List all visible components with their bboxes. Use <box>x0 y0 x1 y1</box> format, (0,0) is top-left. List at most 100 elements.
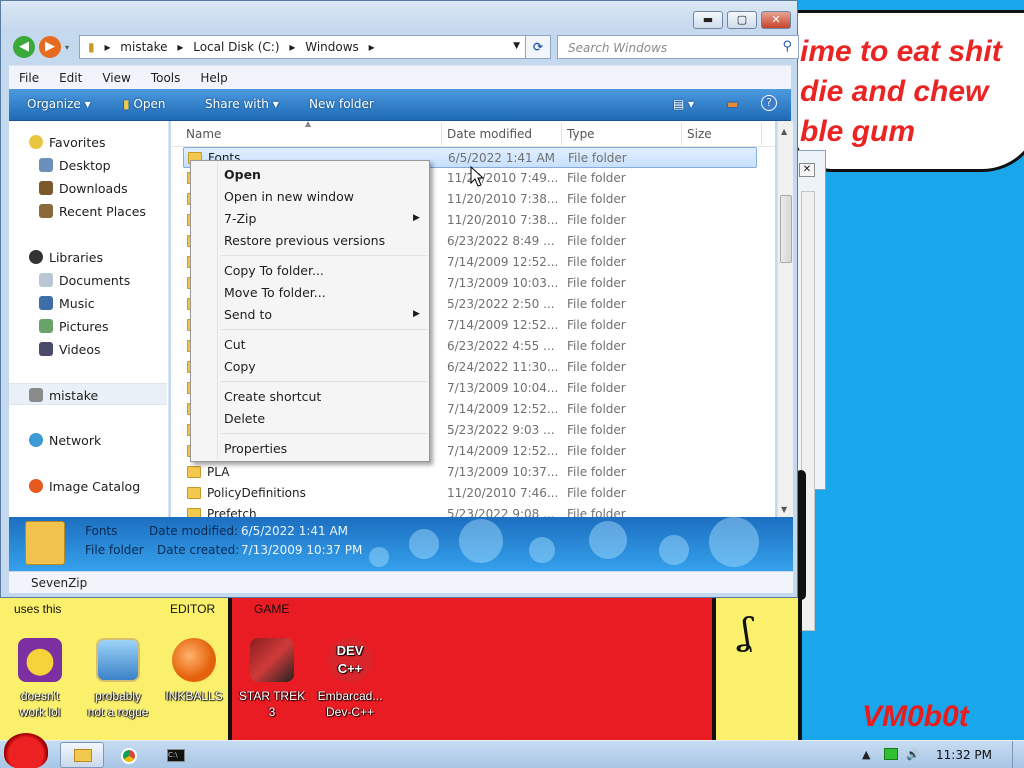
status-bar: SevenZip <box>9 571 793 593</box>
show-hidden-icons-icon[interactable]: ▲ <box>862 748 870 761</box>
volume-icon[interactable]: 🔊 <box>906 748 920 761</box>
desktop-icon-star-trek[interactable]: STAR TREK 3 <box>234 638 310 720</box>
desktop-icon-inkballs[interactable]: INKBALLS <box>156 638 232 704</box>
nav-pictures[interactable]: Pictures <box>9 315 167 337</box>
nav-videos[interactable]: Videos <box>9 338 167 360</box>
show-desktop-button[interactable] <box>1012 741 1024 768</box>
menu-item-restore-previous-versions[interactable]: Restore previous versions <box>224 233 385 248</box>
nav-favorites[interactable]: Favorites <box>9 131 167 153</box>
preview-pane-icon[interactable]: ▬ <box>727 97 738 111</box>
wallpaper-label-game: GAME <box>254 602 290 616</box>
menu-item-open-new-window[interactable]: Open in new window <box>224 189 354 204</box>
start-button-angry-bird-icon[interactable] <box>4 733 48 768</box>
scrollbar-thumb[interactable] <box>780 195 792 263</box>
menu-help[interactable]: Help <box>190 66 237 85</box>
menu-item-copy[interactable]: Copy <box>224 359 256 374</box>
vertical-scrollbar[interactable]: ▲ ▼ <box>777 121 793 517</box>
column-date-modified[interactable]: Date modified <box>447 127 532 141</box>
scroll-down-arrow-icon[interactable]: ▼ <box>781 505 787 514</box>
refresh-button[interactable]: ⟳ <box>525 35 551 59</box>
row-date-modified: 6/24/2022 11:30... <box>447 360 559 374</box>
desktop-icon-devcpp[interactable]: DEV C++ Embarcad... Dev-C++ <box>312 638 388 720</box>
scroll-up-arrow-icon[interactable]: ▲ <box>781 127 787 136</box>
column-size[interactable]: Size <box>687 127 712 141</box>
desktop-icon-rogue[interactable]: probably not a rogue <box>80 638 156 720</box>
search-input[interactable]: Search Windows ⚲ <box>557 35 799 59</box>
nav-image-catalog[interactable]: Image Catalog <box>9 475 167 497</box>
table-row[interactable]: PolicyDefinitions 11/20/2010 7:46... File … <box>183 483 757 504</box>
desktop-icon-yahoo[interactable]: doesn't work lol <box>2 638 78 720</box>
chevron-right-icon[interactable]: ▸ <box>104 40 110 54</box>
nav-downloads[interactable]: Downloads <box>9 177 167 199</box>
menu-edit[interactable]: Edit <box>49 66 92 85</box>
chevron-right-icon[interactable]: ▸ <box>177 40 183 54</box>
menu-item-7zip[interactable]: 7-Zip <box>224 211 256 226</box>
details-created-label: Date created: <box>157 543 240 557</box>
menu-item-move-to-folder[interactable]: Move To folder... <box>224 285 326 300</box>
help-icon[interactable]: ? <box>761 95 777 111</box>
network-tray-icon[interactable] <box>884 748 898 760</box>
change-view-icon[interactable]: ▤ ▾ <box>673 97 694 111</box>
menu-item-create-shortcut[interactable]: Create shortcut <box>224 389 321 404</box>
wallpaper-doodle: ʆ <box>740 612 752 653</box>
forward-button[interactable]: ▶ <box>39 36 61 58</box>
chevron-right-icon[interactable]: ▸ <box>369 40 375 54</box>
title-bar[interactable]: ▬ ▢ ✕ <box>1 1 797 31</box>
nav-libraries[interactable]: Libraries <box>9 246 167 268</box>
maximize-button[interactable]: ▢ <box>727 11 757 29</box>
menu-item-properties[interactable]: Properties <box>224 441 287 456</box>
back-button[interactable]: ◀ <box>13 36 35 58</box>
search-icon[interactable]: ⚲ <box>782 39 792 54</box>
table-row[interactable]: Prefetch 5/23/2022 9:08 ... File folder <box>183 504 757 517</box>
row-type: File folder <box>567 486 626 500</box>
column-type[interactable]: Type <box>567 127 595 141</box>
menu-item-copy-to-folder[interactable]: Copy To folder... <box>224 263 324 278</box>
taskbar-explorer-button[interactable] <box>60 742 104 768</box>
menu-view[interactable]: View <box>92 66 140 85</box>
breadcrumb-windows[interactable]: Windows <box>305 40 359 54</box>
menu-tools[interactable]: Tools <box>141 66 191 85</box>
chevron-right-icon[interactable]: ▸ <box>289 40 295 54</box>
nav-documents[interactable]: Documents <box>9 269 167 291</box>
row-date-modified: 7/14/2009 12:52... <box>447 255 559 269</box>
nav-recent-places[interactable]: Recent Places <box>9 200 167 222</box>
menu-item-delete[interactable]: Delete <box>224 411 265 426</box>
wallpaper-yellow-right <box>712 598 802 740</box>
recent-pages-dropdown-icon[interactable]: ▾ <box>65 43 69 52</box>
minimize-button[interactable]: ▬ <box>693 11 723 29</box>
organize-button[interactable]: Organize ▾ <box>27 97 91 111</box>
menu-file[interactable]: File <box>9 66 49 85</box>
address-bar[interactable]: ▮ ▸ mistake ▸ Local Disk (C:) ▸ Windows … <box>79 35 527 59</box>
row-date-modified: 11/20/2010 7:38... <box>447 213 559 227</box>
wallpaper-text-line3: ble gum <box>800 115 916 148</box>
details-modified-label: Date modified: <box>149 524 239 538</box>
close-icon[interactable]: ✕ <box>799 163 815 177</box>
share-with-button[interactable]: Share with ▾ <box>205 97 279 111</box>
close-button[interactable]: ✕ <box>761 11 791 29</box>
desktop-icon <box>39 158 53 172</box>
context-menu: Open Open in new window 7-Zip ▶ Restore … <box>190 160 430 462</box>
menu-item-cut[interactable]: Cut <box>224 337 246 352</box>
menu-item-open[interactable]: Open <box>224 167 261 182</box>
taskbar-chrome-button[interactable] <box>106 742 150 768</box>
search-placeholder: Search Windows <box>568 41 668 55</box>
new-folder-button[interactable]: New folder <box>309 97 374 111</box>
folder-icon <box>187 487 201 499</box>
breadcrumb-mistake[interactable]: mistake <box>120 40 167 54</box>
breadcrumb-local-disk[interactable]: Local Disk (C:) <box>193 40 279 54</box>
column-name[interactable]: Name <box>186 127 221 141</box>
taskbar-clock[interactable]: 11:32 PM <box>936 748 992 762</box>
taskbar-cmd-button[interactable]: C:\ <box>152 742 196 768</box>
details-modified-value: 6/5/2022 1:41 AM <box>241 524 349 538</box>
open-button[interactable]: ▮ Open <box>123 97 166 111</box>
table-row[interactable]: PLA 7/13/2009 10:37... File folder <box>183 462 757 483</box>
chevron-down-icon[interactable]: ▼ <box>513 41 520 51</box>
chrome-icon <box>121 748 137 764</box>
row-date-modified: 11/20/2010 7:46... <box>447 486 559 500</box>
nav-music[interactable]: Music <box>9 292 167 314</box>
nav-desktop[interactable]: Desktop <box>9 154 167 176</box>
nav-network[interactable]: Network <box>9 429 167 451</box>
nav-mistake[interactable]: mistake <box>9 383 167 405</box>
background-window[interactable]: ✕ <box>796 150 826 631</box>
menu-item-send-to[interactable]: Send to <box>224 307 272 322</box>
